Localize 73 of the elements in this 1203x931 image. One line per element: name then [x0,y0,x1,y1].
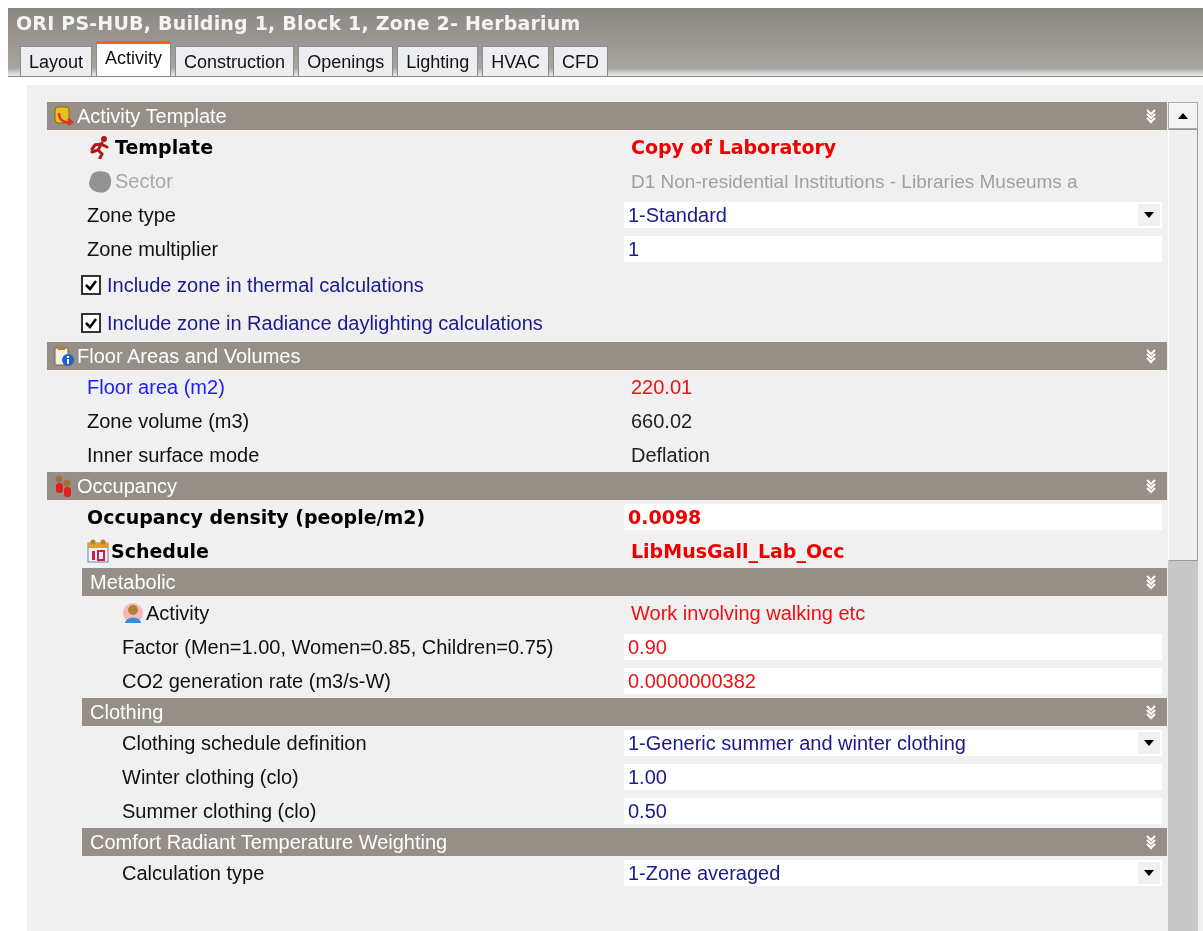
field-value: 660.02 [630,409,693,432]
up-arrow-icon [1177,111,1189,120]
field-label: Sector [115,169,173,193]
caret-icon [1144,740,1154,746]
check-icon [84,278,98,292]
clipboard-info-icon [53,345,75,367]
checkbox-label[interactable]: Include zone in thermal calculations [107,273,424,297]
input-field[interactable]: 1 [624,236,1162,262]
field-label: Schedule [111,540,209,562]
field-label: CO2 generation rate (m3/s-W) [122,669,391,693]
tab[interactable]: HVAC [482,46,549,76]
dropdown-field[interactable]: 1-Zone averaged [624,860,1162,886]
field-label: Activity [146,601,210,625]
calendar-icon [87,539,109,563]
scroll-up-button[interactable] [1168,102,1198,129]
tab[interactable]: Layout [20,46,93,76]
field-label: Floor area (m2) [87,375,225,399]
checkbox-label[interactable]: Include zone in Radiance daylighting calculations [107,311,543,335]
tab[interactable]: Activity [96,41,172,76]
folder-arrow-icon [53,105,75,127]
collapse-icon[interactable] [1145,704,1157,720]
dropdown-button[interactable] [1138,732,1160,754]
tab[interactable]: CFD [552,46,608,76]
field-label: Zone multiplier [87,237,219,261]
input-field[interactable]: 1.00 [624,764,1162,790]
field-label: Inner surface mode [87,443,260,467]
field-label: Zone volume (m3) [87,409,250,433]
blob-icon [87,168,113,194]
caret-icon [1144,212,1154,218]
tab[interactable]: Construction [175,46,295,76]
window-title: ORI PS-HUB, Building 1, Block 1, Zone 2- Herbarium [16,12,581,34]
input-field[interactable]: 0.0000000382 [624,668,1162,694]
check-icon [84,316,98,330]
field-value: Work involving walking etc [630,601,866,624]
field-label: Template [115,136,214,158]
section-title: Metabolic [90,570,176,594]
field-value: 220.01 [630,375,693,398]
person-icon [122,602,144,624]
tab[interactable]: Lighting [397,46,479,76]
section-title: Clothing [90,700,164,724]
scrollbar[interactable] [1168,102,1198,931]
field-label: Clothing schedule definition [122,731,367,755]
section-title: Floor Areas and Volumes [77,344,301,368]
collapse-icon[interactable] [1145,478,1157,494]
section-title: Activity Template [77,104,227,128]
section-title: Comfort Radiant Temperature Weighting [90,830,448,854]
field-label: Factor (Men=1.00, Women=0.85, Children=0.75) [122,635,554,659]
checkbox[interactable] [81,275,101,295]
caret-icon [1144,870,1154,876]
field-value: Copy of Laboratory [630,135,837,158]
dropdown-button[interactable] [1138,204,1160,226]
input-field[interactable]: 0.0098 [624,504,1162,530]
checkbox[interactable] [81,313,101,333]
collapse-icon[interactable] [1145,108,1157,124]
tab[interactable]: Openings [298,46,394,76]
collapse-icon[interactable] [1145,574,1157,590]
collapse-icon[interactable] [1145,348,1157,364]
input-field[interactable]: 0.90 [624,634,1162,660]
field-value: D1 Non-residential Institutions - Libraries Museums a [630,170,1078,192]
scrollbar-thumb[interactable] [1168,129,1198,561]
section-title: Occupancy [77,474,178,498]
field-value: Deflation [630,443,710,466]
field-label: Calculation type [122,861,265,885]
field-value: LibMusGall_Lab_Occ [630,539,845,562]
collapse-icon[interactable] [1145,834,1157,850]
dropdown-field[interactable]: 1-Generic summer and winter clothing [624,730,1162,756]
field-label: Zone type [87,203,176,227]
field-label: Occupancy density (people/m2) [87,506,426,528]
input-field[interactable]: 0.50 [624,798,1162,824]
dropdown-field[interactable]: 1-Standard [624,202,1162,228]
field-label: Winter clothing (clo) [122,765,299,789]
field-label: Summer clothing (clo) [122,799,317,823]
dropdown-button[interactable] [1138,862,1160,884]
